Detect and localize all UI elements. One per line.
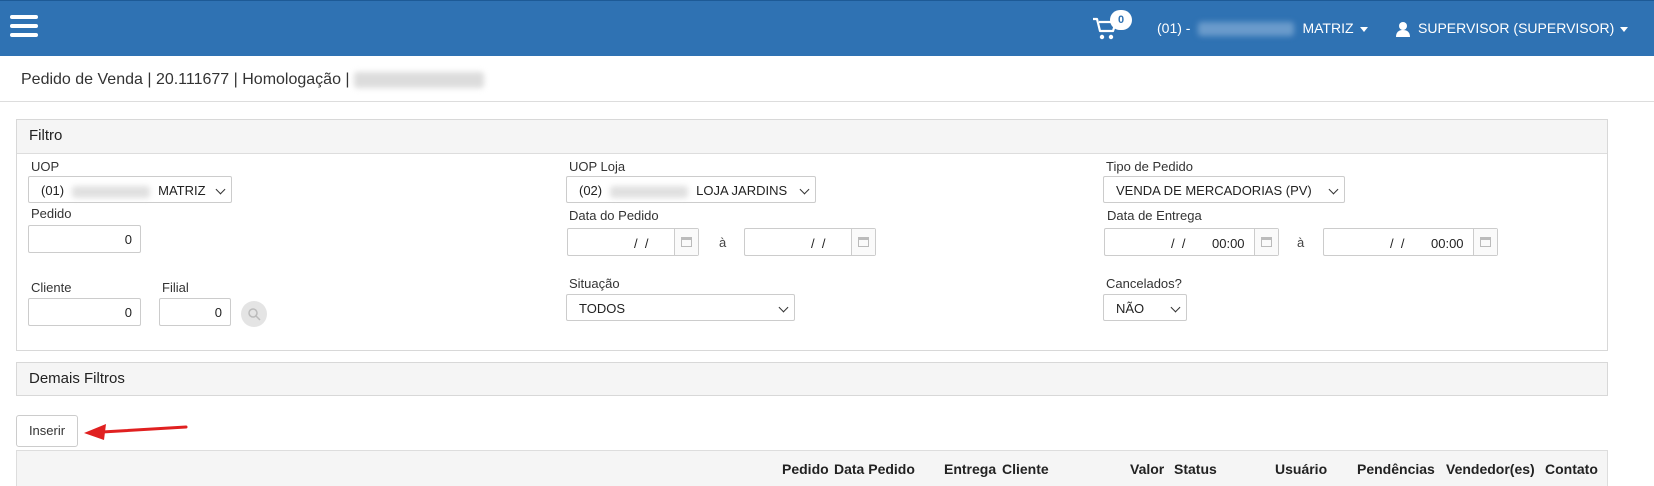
date-value: / / — [634, 236, 649, 251]
column-header[interactable]: Valor — [1130, 461, 1164, 477]
demais-filtros-panel[interactable]: Demais Filtros — [16, 362, 1608, 396]
filter-panel-title[interactable]: Filtro — [17, 120, 1607, 154]
redacted-text — [354, 71, 485, 88]
situacao-value: TODOS — [579, 301, 625, 316]
inserir-button[interactable]: Inserir — [16, 415, 78, 447]
column-header[interactable]: Vendedor(es) — [1446, 461, 1535, 477]
redacted-text — [1198, 22, 1295, 37]
calendar-icon — [858, 237, 869, 247]
data-pedido-from-input[interactable]: / / — [567, 228, 699, 256]
uop-selector[interactable]: (01) - MATRIZ — [1157, 20, 1368, 37]
data-entrega-to-input[interactable]: / / 00:00 — [1323, 228, 1498, 256]
user-menu[interactable]: SUPERVISOR (SUPERVISOR) — [1396, 20, 1629, 38]
uop-loja-code: (02) — [579, 183, 603, 198]
chevron-down-icon — [1328, 184, 1339, 195]
cancelados-value: NÃO — [1116, 301, 1145, 316]
tipo-pedido-label: Tipo de Pedido — [1106, 159, 1193, 174]
menu-icon[interactable] — [10, 15, 38, 37]
time-value: 00:00 — [1212, 236, 1245, 251]
uop-select-name: MATRIZ — [158, 183, 206, 198]
redacted-text — [72, 185, 151, 198]
tipo-pedido-value: VENDA DE MERCADORIAS (PV) — [1116, 183, 1312, 198]
caret-down-icon — [1620, 26, 1629, 32]
column-header[interactable]: Contato — [1545, 461, 1598, 477]
top-navbar: 0 (01) - MATRIZ SUPERVISOR (SUPERVISOR) — [0, 0, 1654, 56]
arrow-annotation — [84, 424, 188, 440]
chevron-down-icon — [778, 302, 789, 313]
cart-count-badge: 0 — [1110, 10, 1132, 30]
data-pedido-label: Data do Pedido — [569, 208, 659, 223]
uop-loja-name: LOJA JARDINS — [696, 183, 788, 198]
search-icon — [248, 308, 261, 321]
filial-label: Filial — [162, 280, 189, 295]
redacted-text — [610, 185, 689, 198]
data-entrega-label: Data de Entrega — [1107, 208, 1202, 223]
calendar-button[interactable] — [1254, 229, 1278, 255]
pedido-label: Pedido — [31, 206, 72, 221]
cancelados-label: Cancelados? — [1106, 276, 1182, 291]
calendar-icon — [681, 237, 692, 247]
uop-name: MATRIZ — [1302, 20, 1354, 36]
column-header[interactable]: Data Pedido — [834, 461, 915, 477]
filial-input[interactable]: 0 — [159, 298, 231, 326]
calendar-icon — [1261, 237, 1272, 247]
chevron-down-icon — [799, 184, 810, 195]
user-icon — [1396, 22, 1410, 38]
date-value: / / — [1390, 236, 1405, 251]
column-header[interactable]: Pendências — [1357, 461, 1435, 477]
cliente-input[interactable]: 0 — [28, 298, 141, 326]
chevron-down-icon — [1170, 302, 1181, 313]
calendar-icon — [1480, 237, 1491, 247]
chevron-down-icon — [215, 184, 226, 195]
search-button[interactable] — [241, 301, 267, 327]
date-value: / / — [1171, 236, 1186, 251]
time-value: 00:00 — [1431, 236, 1464, 251]
range-separator: à — [1297, 235, 1305, 250]
data-entrega-from-input[interactable]: / / 00:00 — [1104, 228, 1279, 256]
column-header[interactable]: Cliente — [1002, 461, 1049, 477]
cliente-label: Cliente — [31, 280, 72, 295]
user-name: SUPERVISOR (SUPERVISOR) — [1418, 20, 1615, 36]
column-header[interactable]: Usuário — [1275, 461, 1327, 477]
calendar-button[interactable] — [851, 229, 875, 255]
tipo-pedido-select[interactable]: VENDA DE MERCADORIAS (PV) — [1103, 176, 1345, 203]
uop-code: (01) — [41, 183, 65, 198]
breadcrumb-text: Pedido de Venda | 20.111677 | Homologaçã… — [21, 71, 350, 88]
pedido-input[interactable]: 0 — [28, 225, 141, 253]
uop-select[interactable]: (01) MATRIZ — [28, 176, 232, 203]
date-value: / / — [811, 236, 826, 251]
calendar-button[interactable] — [1473, 229, 1497, 255]
uop-loja-label: UOP Loja — [569, 159, 626, 174]
cancelados-select[interactable]: NÃO — [1103, 294, 1187, 321]
uop-label: UOP — [31, 159, 60, 174]
uop-loja-select[interactable]: (02) LOJA JARDINS — [566, 176, 816, 203]
calendar-button[interactable] — [674, 229, 698, 255]
uop-prefix: (01) - — [1157, 20, 1191, 36]
situacao-select[interactable]: TODOS — [566, 294, 795, 321]
divider — [0, 101, 1654, 102]
page-title: Pedido de Venda | 20.111677 | Homologaçã… — [21, 71, 485, 89]
range-separator: à — [719, 235, 727, 250]
column-header[interactable]: Entrega — [944, 461, 996, 477]
column-header[interactable]: Status — [1174, 461, 1217, 477]
column-header[interactable]: Pedido — [782, 461, 829, 477]
situacao-label: Situação — [569, 276, 620, 291]
data-pedido-to-input[interactable]: / / — [744, 228, 876, 256]
caret-down-icon — [1359, 26, 1368, 32]
orders-table-header: Pedido Data Pedido Entrega Cliente Valor… — [16, 450, 1608, 486]
